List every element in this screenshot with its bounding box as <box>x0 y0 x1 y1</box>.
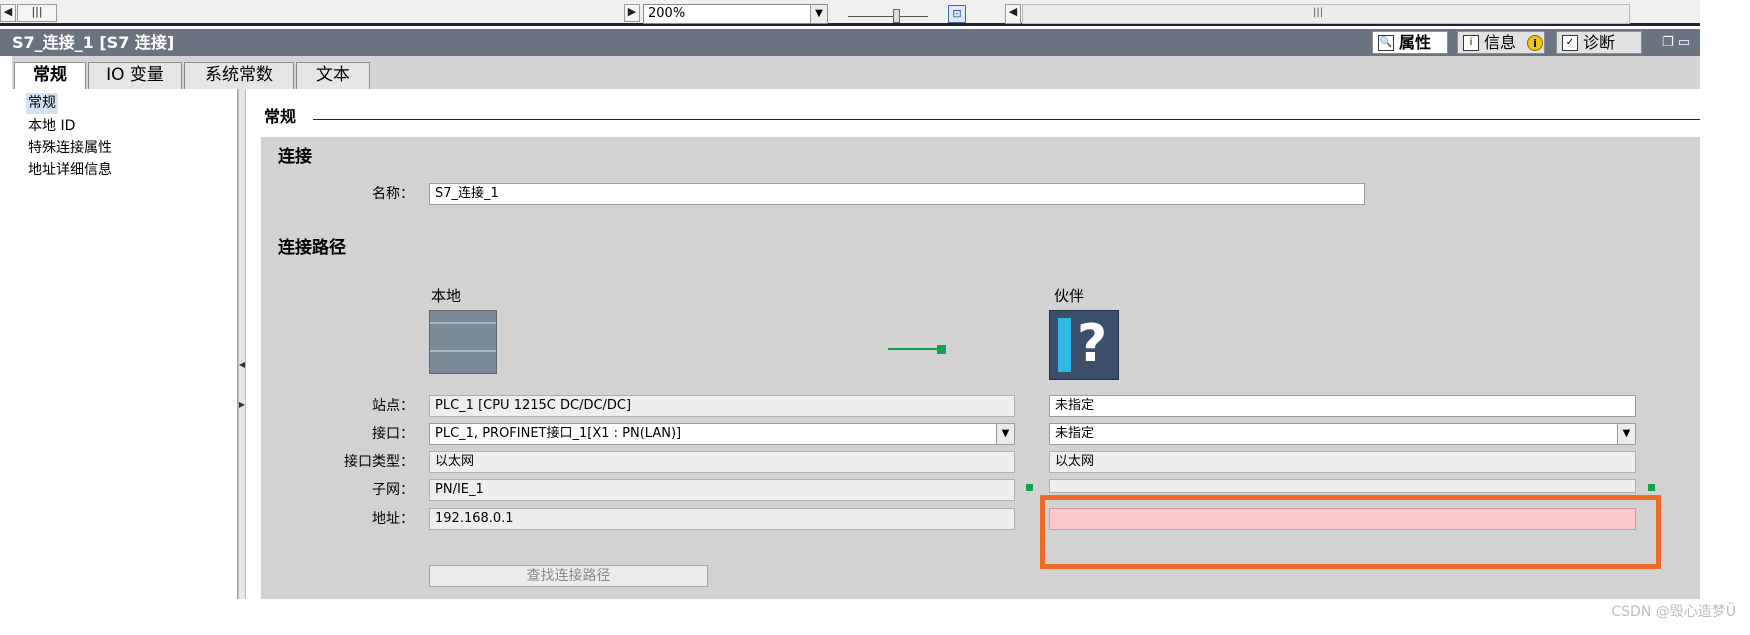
subnet-link-icon <box>1026 484 1033 491</box>
local-interface-select[interactable]: PLC_1, PROFINET接口_1[X1 : PN(LAN)] <box>429 423 1015 445</box>
group-title-connection-path: 连接路径 <box>278 238 346 258</box>
station-label: 站点： <box>372 398 414 414</box>
tab-general[interactable]: 常规 <box>14 62 86 90</box>
chevron-down-icon[interactable]: ▼ <box>1617 424 1635 444</box>
local-address-field: 192.168.0.1 <box>429 508 1015 530</box>
plc-device-stripe <box>430 350 496 352</box>
chevron-down-icon[interactable]: ▼ <box>810 5 827 23</box>
plc-device-stripe <box>430 322 496 324</box>
tab-system-constants[interactable]: 系统常数 <box>184 62 294 89</box>
tab-texts[interactable]: 文本 <box>296 62 370 89</box>
local-interface-value: PLC_1, PROFINET接口_1[X1 : PN(LAN)] <box>435 426 682 441</box>
unknown-partner-bar <box>1058 318 1071 372</box>
local-subnet-field: PN/IE_1 <box>429 479 1015 501</box>
zoom-select[interactable]: 200% <box>643 4 828 24</box>
local-interface-type-field: 以太网 <box>429 451 1015 473</box>
nav-item-local-id[interactable]: 本地 ID <box>28 116 75 137</box>
interface-label: 接口： <box>372 426 414 442</box>
nav-item-general[interactable]: 常规 <box>26 93 58 114</box>
section-divider <box>313 119 1700 120</box>
tab-diagnostics-label: 诊断 <box>1583 33 1616 52</box>
partner-interface-value: 未指定 <box>1055 426 1095 441</box>
zoom-fit-icon[interactable]: ⊡ <box>948 5 966 23</box>
partner-station-field[interactable]: 未指定 <box>1049 395 1636 417</box>
info-badge-icon: i <box>1527 35 1543 51</box>
tab-properties[interactable]: 🔍 属性 <box>1372 31 1448 54</box>
partner-interface-type-field: 以太网 <box>1049 451 1636 473</box>
scroll-right-icon[interactable]: ▶ <box>624 4 640 22</box>
nav-item-address-details[interactable]: 地址详细信息 <box>28 160 112 181</box>
highlight-annotation <box>1040 495 1661 569</box>
splitter-handle[interactable] <box>238 89 246 599</box>
scroll-left-icon[interactable]: ◀ <box>1005 4 1021 24</box>
name-input[interactable]: S7_连接_1 <box>429 183 1365 205</box>
watermark: CSDN @毁心造梦Ü <box>1611 604 1736 620</box>
connection-line <box>888 348 943 350</box>
properties-icon: 🔍 <box>1378 35 1394 51</box>
local-column-label: 本地 <box>431 287 462 305</box>
tab-diagnostics[interactable]: ✓ 诊断 <box>1556 31 1642 54</box>
info-icon: i <box>1463 35 1479 51</box>
diagnostics-icon: ✓ <box>1562 35 1578 51</box>
connection-endpoint-icon <box>937 345 946 354</box>
partner-subnet-field <box>1049 479 1636 493</box>
tab-properties-label: 属性 <box>1399 33 1432 52</box>
chevron-down-icon[interactable]: ▼ <box>996 424 1014 444</box>
collapse-left-icon[interactable]: ◀ <box>238 360 246 370</box>
zoom-slider[interactable] <box>848 16 928 17</box>
horizontal-scrollbar[interactable]: ||| <box>1022 4 1630 24</box>
partner-column-label: 伙伴 <box>1054 287 1085 305</box>
scroll-grip-icon: ||| <box>1313 7 1324 18</box>
name-label: 名称： <box>372 186 414 202</box>
scroll-left-icon[interactable]: ◀ <box>0 4 16 22</box>
tab-io-variables[interactable]: IO 变量 <box>88 62 182 89</box>
plc-device-icon <box>429 310 497 374</box>
subnet-link-icon <box>1648 484 1655 491</box>
find-connection-path-button[interactable]: 查找连接路径 <box>429 565 708 587</box>
section-title: 常规 <box>264 107 297 126</box>
tab-info-label: 信息 <box>1484 33 1517 52</box>
local-station-field: PLC_1 [CPU 1215C DC/DC/DC] <box>429 395 1015 417</box>
zoom-value: 200% <box>648 6 686 21</box>
address-label: 地址： <box>372 511 414 527</box>
scroll-thumb[interactable]: ||| <box>17 4 57 22</box>
group-title-connection: 连接 <box>278 147 312 167</box>
interface-type-label: 接口类型： <box>344 454 414 470</box>
partner-interface-select[interactable]: 未指定 <box>1049 423 1636 445</box>
nav-item-special-properties[interactable]: 特殊连接属性 <box>28 138 112 159</box>
restore-window-icon[interactable]: ❐ ▭ <box>1662 33 1698 53</box>
question-mark-icon: ? <box>1077 314 1108 374</box>
expand-right-icon[interactable]: ▶ <box>238 400 246 410</box>
subnet-label: 子网： <box>372 482 414 498</box>
zoom-slider-thumb[interactable] <box>893 9 900 23</box>
